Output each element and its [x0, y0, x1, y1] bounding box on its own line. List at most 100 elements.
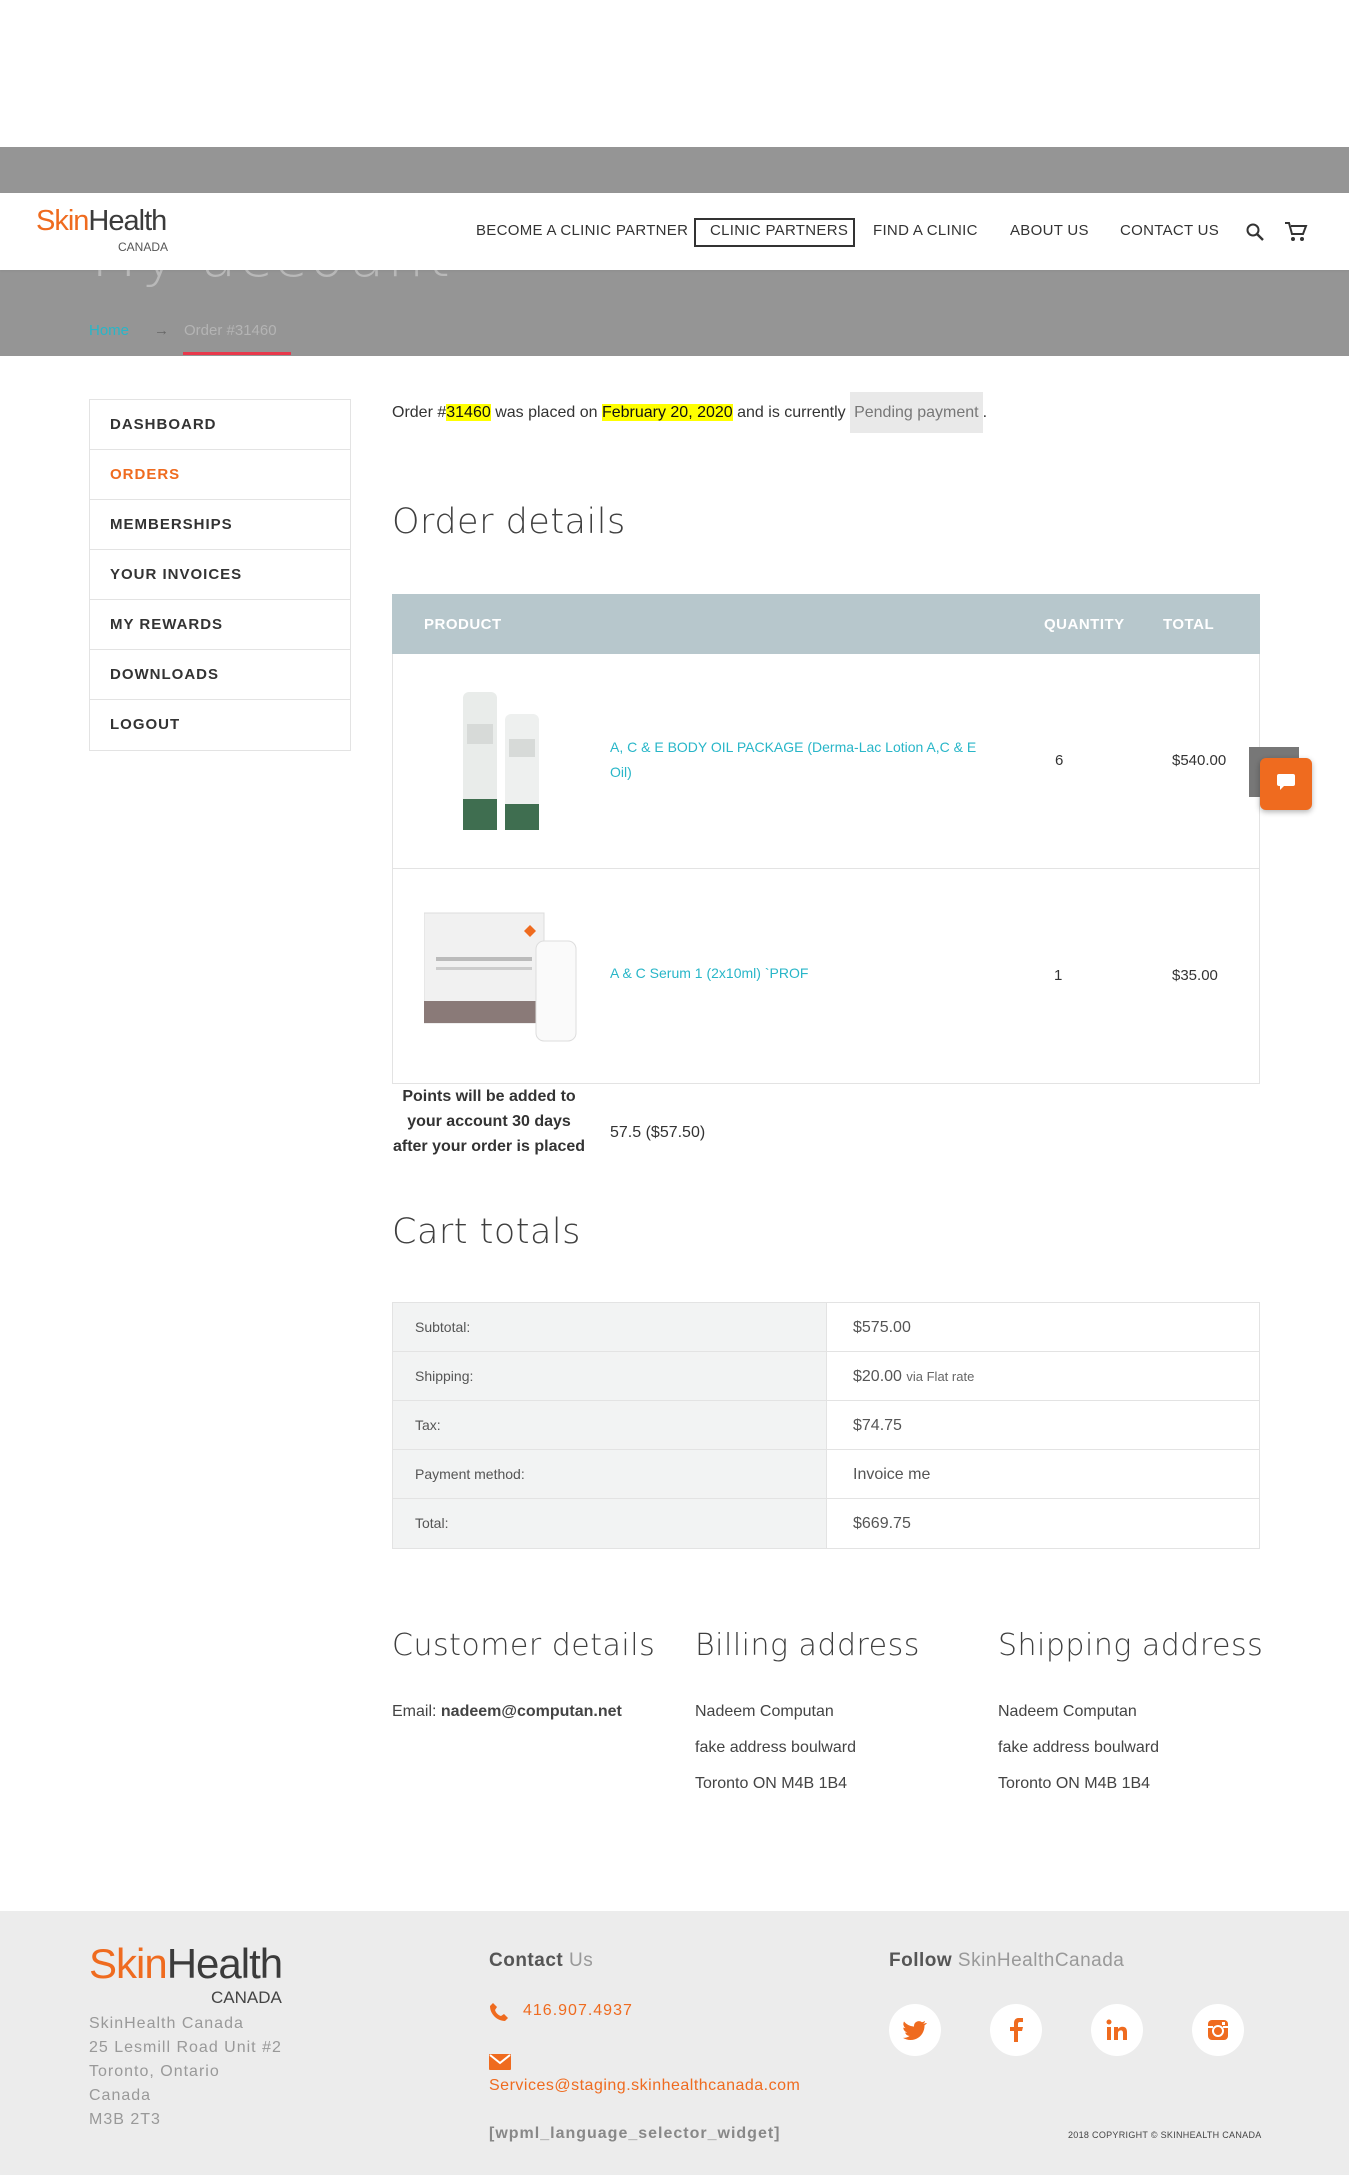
chat-button[interactable]: [1260, 758, 1312, 810]
follow-heading-bold: Follow: [889, 1950, 953, 1971]
footer-follow-heading: Follow SkinHealthCanada: [889, 1950, 1124, 1972]
table-row: Tax: $74.75: [393, 1401, 1259, 1450]
order-status-message: Order #31460 was placed on February 20, …: [392, 392, 988, 433]
sidebar-item-invoices[interactable]: YOUR INVOICES: [90, 550, 350, 600]
order-msg-status: and is currently: [732, 404, 851, 421]
product-total: $540.00: [1172, 752, 1227, 769]
shipping-line: fake address boulward: [998, 1739, 1159, 1756]
product-link[interactable]: A, C & E BODY OIL PACKAGE (Derma-Lac Lot…: [610, 735, 980, 785]
order-status: Pending payment: [850, 392, 983, 433]
product-image[interactable]: [453, 684, 553, 834]
customer-details-heading: Customer details: [392, 1628, 656, 1663]
nav-about-us[interactable]: ABOUT US: [1010, 222, 1089, 239]
search-icon[interactable]: [1245, 222, 1265, 247]
sidebar-item-logout[interactable]: LOGOUT: [90, 700, 350, 750]
product-quantity: 6: [1055, 752, 1064, 769]
product-total: $35.00: [1172, 967, 1218, 984]
shipping-value: $20.00: [853, 1368, 902, 1385]
footer-logo-canada: CANADA: [211, 1988, 282, 2007]
shipping-line: Toronto ON M4B 1B4: [998, 1775, 1151, 1792]
address-line: SkinHealth Canada: [89, 2015, 244, 2032]
cart-icon[interactable]: [1284, 221, 1308, 248]
footer-email-link[interactable]: Services@staging.skinhealthcanada.com: [489, 2077, 800, 2095]
footer-address: SkinHealth Canada 25 Lesmill Road Unit #…: [89, 2012, 282, 2132]
sidebar-item-downloads[interactable]: DOWNLOADS: [90, 650, 350, 700]
header-logo[interactable]: SkinHealth: [36, 205, 167, 238]
cart-totals-table: Subtotal: $575.00 Shipping: $20.00 via F…: [392, 1302, 1260, 1549]
facebook-icon[interactable]: [990, 2004, 1042, 2056]
total-value: $669.75: [853, 1515, 911, 1532]
order-date: February 20, 2020: [601, 404, 733, 421]
sidebar-item-orders[interactable]: ORDERS: [90, 450, 350, 500]
footer-logo-skin: Skin: [89, 1940, 168, 1987]
address-line: Canada: [89, 2087, 152, 2104]
product-image[interactable]: [423, 901, 579, 1051]
instagram-icon[interactable]: [1192, 2004, 1244, 2056]
email-label: Email:: [392, 1703, 437, 1720]
table-row: A, C & E BODY OIL PACKAGE (Derma-Lac Lot…: [392, 654, 1260, 869]
points-value: 57.5 ($57.50): [610, 1124, 706, 1141]
nav-become-partner[interactable]: BECOME A CLINIC PARTNER: [476, 222, 688, 239]
shipping-address: Nadeem Computan fake address boulward To…: [998, 1694, 1159, 1802]
footer-logo[interactable]: SkinHealth: [89, 1940, 283, 1988]
table-row: Payment method: Invoice me: [393, 1450, 1259, 1499]
nav-contact-us[interactable]: CONTACT US: [1120, 222, 1219, 239]
customer-email: Email: nadeem@computan.net: [392, 1694, 622, 1730]
shipping-address-heading: Shipping address: [998, 1628, 1264, 1663]
footer-copyright: 2018 COPYRIGHT © SKINHEALTH CANADA: [1068, 2130, 1262, 2140]
sidebar-item-memberships[interactable]: MEMBERSHIPS: [90, 500, 350, 550]
col-quantity: QUANTITY: [1044, 616, 1125, 633]
billing-address-heading: Billing address: [695, 1628, 920, 1663]
email-value: nadeem@computan.net: [440, 1703, 622, 1720]
address-line: 25 Lesmill Road Unit #2: [89, 2039, 282, 2056]
shipping-note: via Flat rate: [906, 1369, 975, 1384]
follow-heading-light: SkinHealthCanada: [952, 1950, 1125, 1971]
phone-icon: [489, 2002, 509, 2027]
payment-method-value: Invoice me: [853, 1466, 931, 1483]
payment-method-label: Payment method:: [393, 1450, 827, 1498]
cart-totals-heading: Cart totals: [392, 1212, 581, 1252]
footer-phone-link[interactable]: 416.907.4937: [523, 2002, 633, 2020]
footer-logo-health: Health: [166, 1940, 283, 1987]
address-line: M3B 2T3: [89, 2111, 161, 2128]
logo-skin-text: Skin: [36, 205, 89, 237]
breadcrumb-underline: [183, 352, 291, 355]
subtotal-value: $575.00: [853, 1319, 911, 1336]
breadcrumb-home[interactable]: Home: [89, 322, 129, 339]
language-selector-widget: [wpml_language_selector_widget]: [489, 2125, 781, 2142]
mail-icon: [489, 2054, 511, 2075]
address-line: Toronto, Ontario: [89, 2063, 220, 2080]
table-row: Subtotal: $575.00: [393, 1303, 1259, 1352]
breadcrumb-current: Order #31460: [184, 322, 277, 339]
footer-contact-heading: Contact Us: [489, 1950, 593, 1972]
shipping-label: Shipping:: [393, 1352, 827, 1400]
order-number: 31460: [446, 404, 491, 421]
total-label: Total:: [393, 1499, 827, 1548]
product-link[interactable]: A & C Serum 1 (2x10ml) `PROF: [610, 961, 808, 986]
linkedin-icon[interactable]: [1091, 2004, 1143, 2056]
contact-heading-light: Us: [563, 1950, 594, 1971]
billing-line: Nadeem Computan: [695, 1703, 834, 1720]
table-row: Shipping: $20.00 via Flat rate: [393, 1352, 1259, 1401]
contact-heading-bold: Contact: [489, 1950, 564, 1971]
sidebar-item-dashboard[interactable]: DASHBOARD: [90, 400, 350, 450]
col-product: PRODUCT: [424, 616, 502, 633]
billing-line: fake address boulward: [695, 1739, 856, 1756]
table-row: Total: $669.75: [393, 1499, 1259, 1548]
table-row: A & C Serum 1 (2x10ml) `PROF 1 $35.00: [392, 869, 1260, 1084]
breadcrumb-arrow-icon: →: [154, 322, 169, 339]
points-label: Points will be added to your account 30 …: [392, 1088, 586, 1155]
order-msg-end: .: [982, 404, 988, 421]
tax-value: $74.75: [853, 1417, 902, 1434]
twitter-icon[interactable]: [889, 2004, 941, 2056]
order-msg-placed: was placed on: [490, 404, 602, 421]
nav-clinic-partners[interactable]: CLINIC PARTNERS: [710, 222, 848, 239]
billing-line: Toronto ON M4B 1B4: [695, 1775, 848, 1792]
subtotal-label: Subtotal:: [393, 1303, 827, 1351]
product-quantity: 1: [1054, 967, 1063, 984]
nav-find-clinic[interactable]: FIND A CLINIC: [873, 222, 978, 239]
sidebar-item-rewards[interactable]: MY REWARDS: [90, 600, 350, 650]
tax-label: Tax:: [393, 1401, 827, 1449]
shipping-line: Nadeem Computan: [998, 1703, 1137, 1720]
account-sidebar: DASHBOARD ORDERS MEMBERSHIPS YOUR INVOIC…: [89, 399, 351, 751]
